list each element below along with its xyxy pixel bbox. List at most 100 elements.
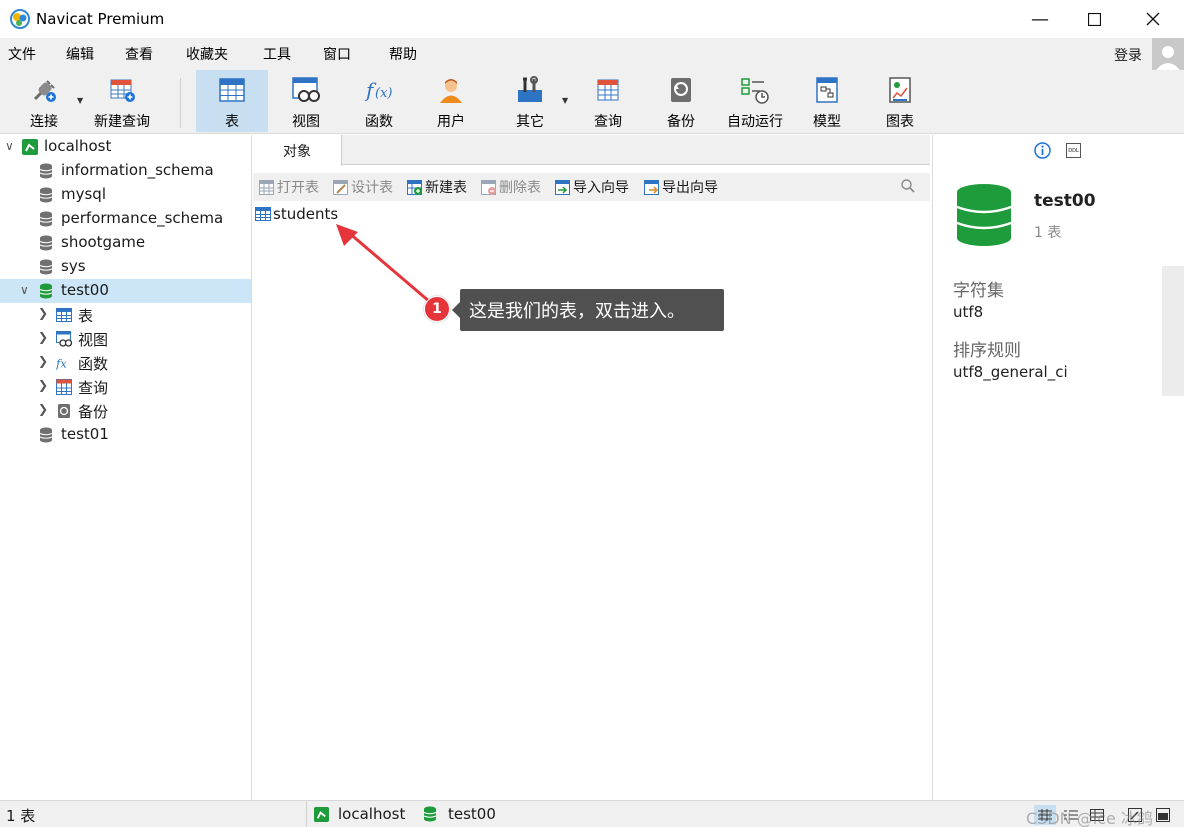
table-label: 表 [225,114,239,130]
backup-button[interactable]: 备份 [645,70,717,132]
tree-label: test00 [61,281,109,299]
search-icon[interactable] [900,178,916,194]
watermark-text: CSDN @ice 冰鸽 [1026,809,1153,827]
function-label: 函数 [365,114,393,130]
menu-help[interactable]: 帮助 [389,44,417,64]
collation-label: 排序规则 [953,341,1021,361]
chevron-down-icon[interactable]: ∨ [20,283,29,297]
maximize-button[interactable] [1067,0,1121,38]
model-button[interactable]: 模型 [791,70,863,132]
menu-favorites[interactable]: 收藏夹 [186,44,228,64]
tree-db-mysql[interactable]: mysql [0,183,251,207]
connect-button[interactable]: 连接 [14,70,74,132]
tree-label: localhost [44,137,112,155]
status-connection: localhost [338,805,406,823]
connect-dropdown-icon[interactable]: ▼ [77,96,83,105]
menu-view[interactable]: 查看 [125,44,153,64]
menu-tools[interactable]: 工具 [263,44,291,64]
tree-connection-localhost[interactable]: ∨ localhost [0,135,251,159]
view-button[interactable]: 视图 [270,70,342,132]
object-label: students [273,205,339,223]
tree-node-tables[interactable]: ❯ 表 [0,303,251,327]
new-table-label: 新建表 [425,180,467,196]
other-dropdown-icon[interactable]: ▼ [562,96,568,105]
collation-value: utf8_general_ci [953,363,1068,381]
import-icon [555,179,570,195]
database-open-icon [38,283,54,299]
auto-run-icon [741,78,769,104]
close-button[interactable] [1126,0,1180,38]
login-link[interactable]: 登录 [1114,45,1142,65]
tree-db-information-schema[interactable]: information_schema [0,159,251,183]
menu-edit[interactable]: 编辑 [66,44,94,64]
query-icon [56,379,72,395]
open-table-button[interactable]: 打开表 [259,177,319,197]
table-object-students[interactable]: students [255,204,338,224]
design-table-label: 设计表 [351,180,393,196]
chevron-right-icon[interactable]: ❯ [38,378,48,392]
function-icon: f (x) [364,78,392,102]
query-button[interactable]: 查询 [572,70,644,132]
chart-button[interactable]: 图表 [864,70,936,132]
user-avatar[interactable] [1152,38,1184,70]
tree-node-queries[interactable]: ❯ 查询 [0,375,251,399]
table-button[interactable]: 表 [196,70,268,132]
info-icon[interactable] [1034,142,1051,159]
design-table-button[interactable]: 设计表 [333,177,393,197]
info-panel-scrollbar[interactable] [1162,266,1184,396]
new-table-button[interactable]: 新建表 [407,177,467,197]
status-divider [306,801,307,827]
delete-table-icon [481,179,496,195]
main-toolbar: 连接 ▼ 新建查询 表 视图 f (x) 函数 用户 其它 ▼ 查询 备份 自动… [0,70,1184,134]
minimize-button[interactable]: — [1013,0,1067,38]
tab-objects[interactable]: 对象 [253,135,342,166]
maximize-icon [1087,12,1101,26]
tree-label: 函数 [78,355,109,373]
delete-table-button[interactable]: 删除表 [481,177,541,197]
chevron-right-icon[interactable]: ❯ [38,306,48,320]
navigation-pane: ∨ localhost information_schema mysql per… [0,135,252,800]
tree-label: 视图 [78,331,109,349]
export-wizard-button[interactable]: 导出向导 [644,177,718,197]
tree-label: performance_schema [61,209,224,227]
connection-icon [314,807,329,822]
panel-toggle-button[interactable] [1152,805,1174,825]
menu-file[interactable]: 文件 [8,44,36,64]
database-icon [38,187,54,203]
import-wizard-button[interactable]: 导入向导 [555,177,629,197]
chevron-down-icon[interactable]: ∨ [5,139,14,153]
delete-table-label: 删除表 [499,180,541,196]
other-button[interactable]: 其它 [494,70,566,132]
query-icon [597,79,619,101]
chevron-right-icon[interactable]: ❯ [38,330,48,344]
tree-label: sys [61,257,86,275]
title-bar: Navicat Premium — [0,0,1184,38]
tree-db-performance-schema[interactable]: performance_schema [0,207,251,231]
chevron-right-icon[interactable]: ❯ [38,354,48,368]
tree-db-test00[interactable]: ∨ test00 [0,279,251,303]
tree-node-views[interactable]: ❯ 视图 [0,327,251,351]
ddl-icon-label: DDL [1068,147,1079,154]
export-icon [644,179,659,195]
user-button[interactable]: 用户 [415,70,487,132]
function-button[interactable]: f (x) 函数 [343,70,415,132]
tree-node-backups[interactable]: ❯ 备份 [0,399,251,423]
navicat-logo-icon [10,9,30,29]
tree-db-shootgame[interactable]: shootgame [0,231,251,255]
tree-node-functions[interactable]: ❯ fx 函数 [0,351,251,375]
backup-label: 备份 [667,114,695,130]
tree-db-sys[interactable]: sys [0,255,251,279]
auto-run-button[interactable]: 自动运行 [719,70,791,132]
new-query-button[interactable]: 新建查询 [88,70,156,132]
tree-db-test01[interactable]: test01 [0,423,251,447]
db-name: test00 [1034,191,1096,211]
status-database: test00 [448,805,496,823]
chevron-right-icon[interactable]: ❯ [38,402,48,416]
avatar-icon [1156,46,1180,70]
tree-label: 表 [78,307,94,325]
ddl-button[interactable]: DDL [1066,143,1081,158]
close-icon [1146,12,1160,26]
menu-window[interactable]: 窗口 [323,44,351,64]
charset-label: 字符集 [953,281,1004,301]
database-icon [38,235,54,251]
